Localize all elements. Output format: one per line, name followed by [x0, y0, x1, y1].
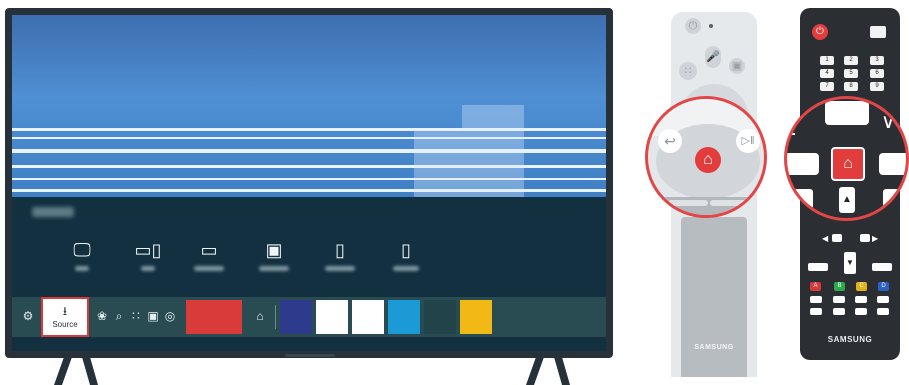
number-key[interactable]: 1	[820, 56, 834, 65]
remote-key[interactable]	[832, 234, 842, 242]
color-key-blue[interactable]: D	[878, 282, 889, 291]
remote-brand: SAMSUNG	[694, 344, 734, 351]
number-key[interactable]: 3	[870, 56, 884, 65]
color-key-red[interactable]: A	[810, 282, 821, 291]
power-icon[interactable]: ⏻	[685, 18, 701, 34]
remote-key[interactable]	[808, 263, 828, 271]
source-icon[interactable]	[870, 26, 886, 38]
remote-key[interactable]	[855, 296, 867, 303]
remote-key[interactable]	[855, 308, 867, 315]
home-icon[interactable]: ⌂	[831, 147, 865, 181]
tv-legs	[54, 357, 570, 385]
remote-key[interactable]	[833, 296, 845, 303]
number-key[interactable]: 7	[820, 82, 834, 91]
remote-key[interactable]	[787, 153, 819, 175]
remote-key[interactable]	[877, 308, 889, 315]
remote-key[interactable]	[810, 308, 822, 315]
multi-view-icon[interactable]: ▣	[729, 58, 745, 74]
remote-key[interactable]	[883, 189, 903, 209]
remote-brand: SAMSUNG	[827, 335, 873, 344]
home-icon[interactable]: ⌂	[695, 147, 721, 173]
number-key[interactable]: 8	[844, 82, 858, 91]
color-key-yellow[interactable]: C	[856, 282, 867, 291]
number-key[interactable]: 4	[820, 69, 834, 78]
remote-key[interactable]	[877, 296, 889, 303]
zoom-circle-standard-remote: ∨ ⌂ ▲	[784, 96, 909, 221]
down-arrow-icon[interactable]: ▼	[844, 252, 856, 274]
remote-key[interactable]	[810, 296, 822, 303]
right-arrow-icon[interactable]: ▶	[872, 234, 878, 243]
back-icon[interactable]: ↩	[658, 129, 682, 153]
up-arrow-icon[interactable]: ▲	[839, 187, 855, 213]
remote-key[interactable]	[793, 189, 813, 209]
number-key[interactable]: 9	[870, 82, 884, 91]
number-key[interactable]: 2	[844, 56, 858, 65]
mic-icon[interactable]: 🎤	[705, 46, 721, 68]
color-key-green[interactable]: B	[834, 282, 845, 291]
zoom-circle-smart-remote: ↩ ▷‖ ⌂	[645, 96, 767, 218]
remote-key[interactable]	[860, 234, 870, 242]
chevron-down-icon[interactable]: ∨	[881, 109, 896, 134]
number-key[interactable]: 6	[870, 69, 884, 78]
remote-key[interactable]	[879, 153, 906, 175]
remote-key[interactable]	[833, 308, 845, 315]
power-icon[interactable]: ⏻	[812, 24, 828, 40]
play-pause-icon[interactable]: ▷‖	[736, 129, 760, 153]
remote-key[interactable]	[825, 101, 869, 125]
number-keypad-icon[interactable]: ∷	[679, 62, 697, 80]
remote-lower-body	[681, 217, 747, 377]
number-key[interactable]: 5	[844, 69, 858, 78]
left-arrow-icon[interactable]: ◀	[822, 234, 828, 243]
remote-key[interactable]	[872, 263, 892, 271]
